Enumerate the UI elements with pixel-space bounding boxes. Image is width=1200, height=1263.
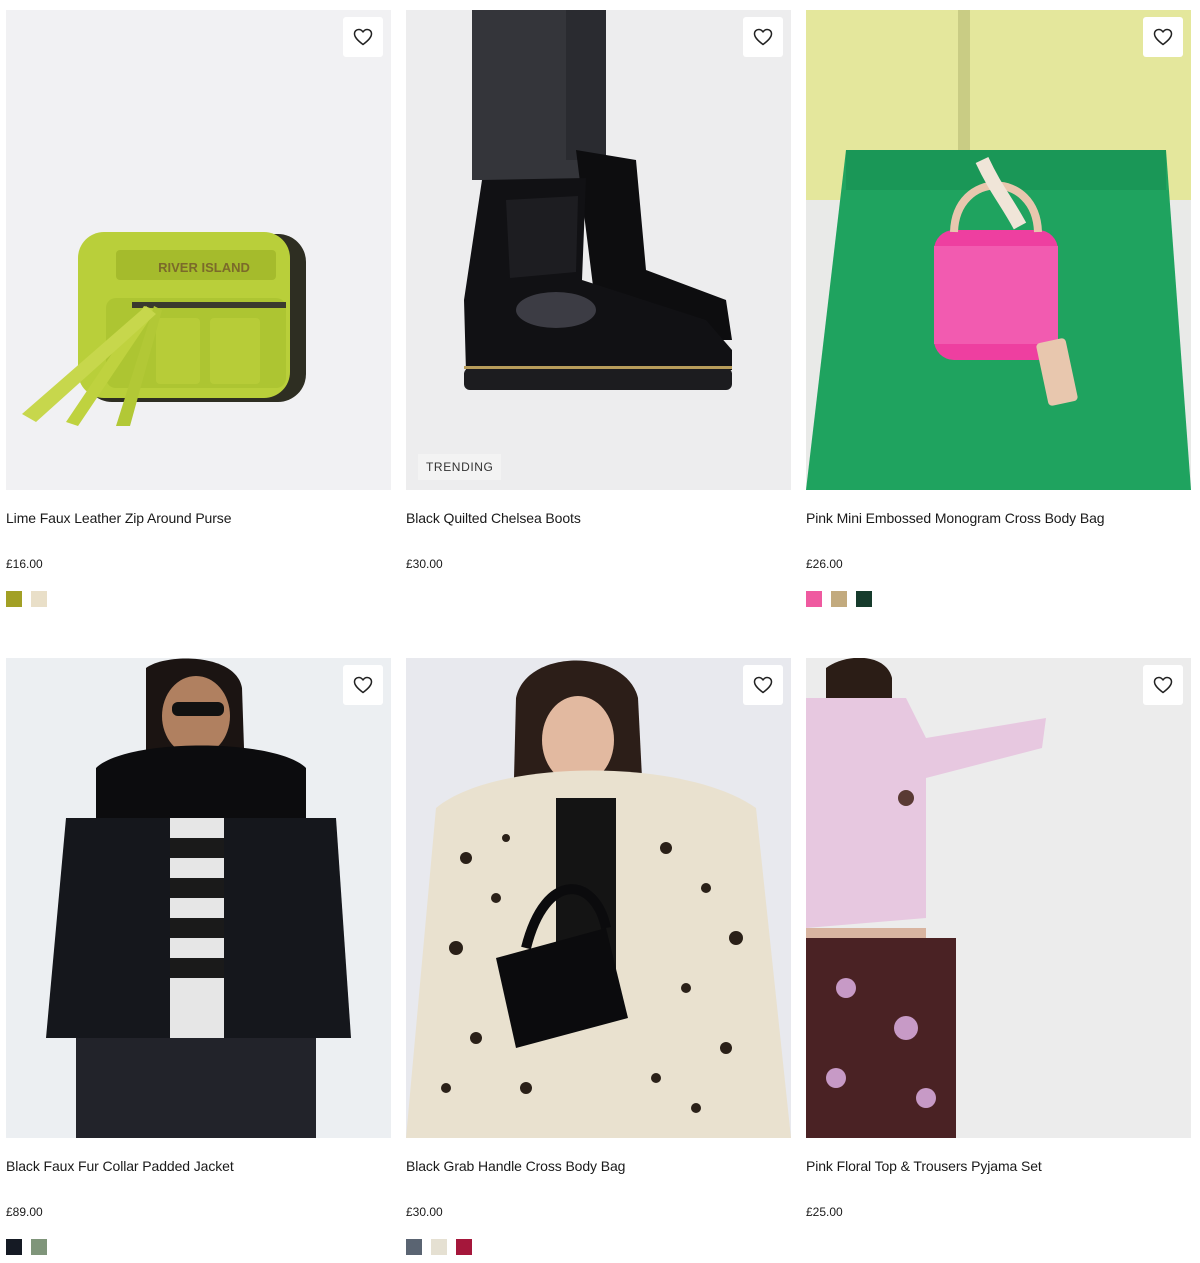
wishlist-button[interactable]	[343, 17, 383, 57]
color-swatch[interactable]	[31, 591, 47, 607]
product-name[interactable]: Pink Mini Embossed Monogram Cross Body B…	[806, 509, 1191, 527]
lime-purse-photo: RIVER ISLAND	[6, 10, 391, 490]
wishlist-button[interactable]	[1143, 17, 1183, 57]
color-swatch[interactable]	[856, 591, 872, 607]
pink-floral-pyjama-photo	[806, 658, 1191, 1138]
product-card[interactable]: Pink Floral Top & Trousers Pyjama Set £2…	[806, 658, 1191, 1255]
product-card[interactable]: Pink Mini Embossed Monogram Cross Body B…	[806, 10, 1191, 607]
color-swatches	[406, 1239, 791, 1255]
product-card[interactable]: TRENDING Black Quilted Chelsea Boots £30…	[406, 10, 791, 607]
color-swatch[interactable]	[406, 1239, 422, 1255]
heart-icon	[753, 676, 773, 694]
color-swatch[interactable]	[6, 591, 22, 607]
product-price: £30.00	[406, 557, 443, 571]
heart-icon	[1153, 676, 1173, 694]
trending-badge: TRENDING	[418, 454, 502, 480]
product-image[interactable]	[806, 10, 1191, 490]
wishlist-button[interactable]	[1143, 665, 1183, 705]
heart-icon	[353, 28, 373, 46]
wishlist-button[interactable]	[343, 665, 383, 705]
color-swatches	[6, 591, 391, 607]
heart-icon	[753, 28, 773, 46]
product-card[interactable]: RIVER ISLAND Lime Faux Leather Zip Aroun…	[6, 10, 391, 607]
black-padded-jacket-photo	[6, 658, 391, 1138]
heart-icon	[1153, 28, 1173, 46]
product-image[interactable]	[406, 658, 791, 1138]
color-swatches	[406, 591, 791, 607]
product-name[interactable]: Pink Floral Top & Trousers Pyjama Set	[806, 1157, 1191, 1175]
product-price: £25.00	[806, 1205, 843, 1219]
product-grid: RIVER ISLAND Lime Faux Leather Zip Aroun…	[0, 0, 1200, 1263]
black-chelsea-boots-photo	[406, 10, 791, 490]
product-price: £30.00	[406, 1205, 443, 1219]
product-name[interactable]: Lime Faux Leather Zip Around Purse	[6, 509, 391, 527]
product-name[interactable]: Black Grab Handle Cross Body Bag	[406, 1157, 791, 1175]
color-swatch[interactable]	[6, 1239, 22, 1255]
color-swatches	[806, 591, 1191, 607]
wishlist-button[interactable]	[743, 665, 783, 705]
svg-text:RIVER ISLAND: RIVER ISLAND	[158, 260, 250, 275]
product-price: £26.00	[806, 557, 843, 571]
color-swatches	[6, 1239, 391, 1255]
product-price: £89.00	[6, 1205, 43, 1219]
product-image[interactable]	[6, 658, 391, 1138]
product-image[interactable]	[806, 658, 1191, 1138]
product-card[interactable]: Black Faux Fur Collar Padded Jacket £89.…	[6, 658, 391, 1255]
grab-handle-bag-photo	[406, 658, 791, 1138]
pink-cross-body-bag-photo	[806, 10, 1191, 490]
product-name[interactable]: Black Quilted Chelsea Boots	[406, 509, 791, 527]
color-swatch[interactable]	[31, 1239, 47, 1255]
product-image[interactable]: TRENDING	[406, 10, 791, 490]
heart-icon	[353, 676, 373, 694]
color-swatch[interactable]	[831, 591, 847, 607]
product-name[interactable]: Black Faux Fur Collar Padded Jacket	[6, 1157, 391, 1175]
product-card[interactable]: Black Grab Handle Cross Body Bag £30.00	[406, 658, 791, 1255]
product-price: £16.00	[6, 557, 43, 571]
color-swatches	[806, 1239, 1191, 1255]
color-swatch[interactable]	[456, 1239, 472, 1255]
product-image[interactable]: RIVER ISLAND	[6, 10, 391, 490]
wishlist-button[interactable]	[743, 17, 783, 57]
color-swatch[interactable]	[431, 1239, 447, 1255]
color-swatch[interactable]	[806, 591, 822, 607]
